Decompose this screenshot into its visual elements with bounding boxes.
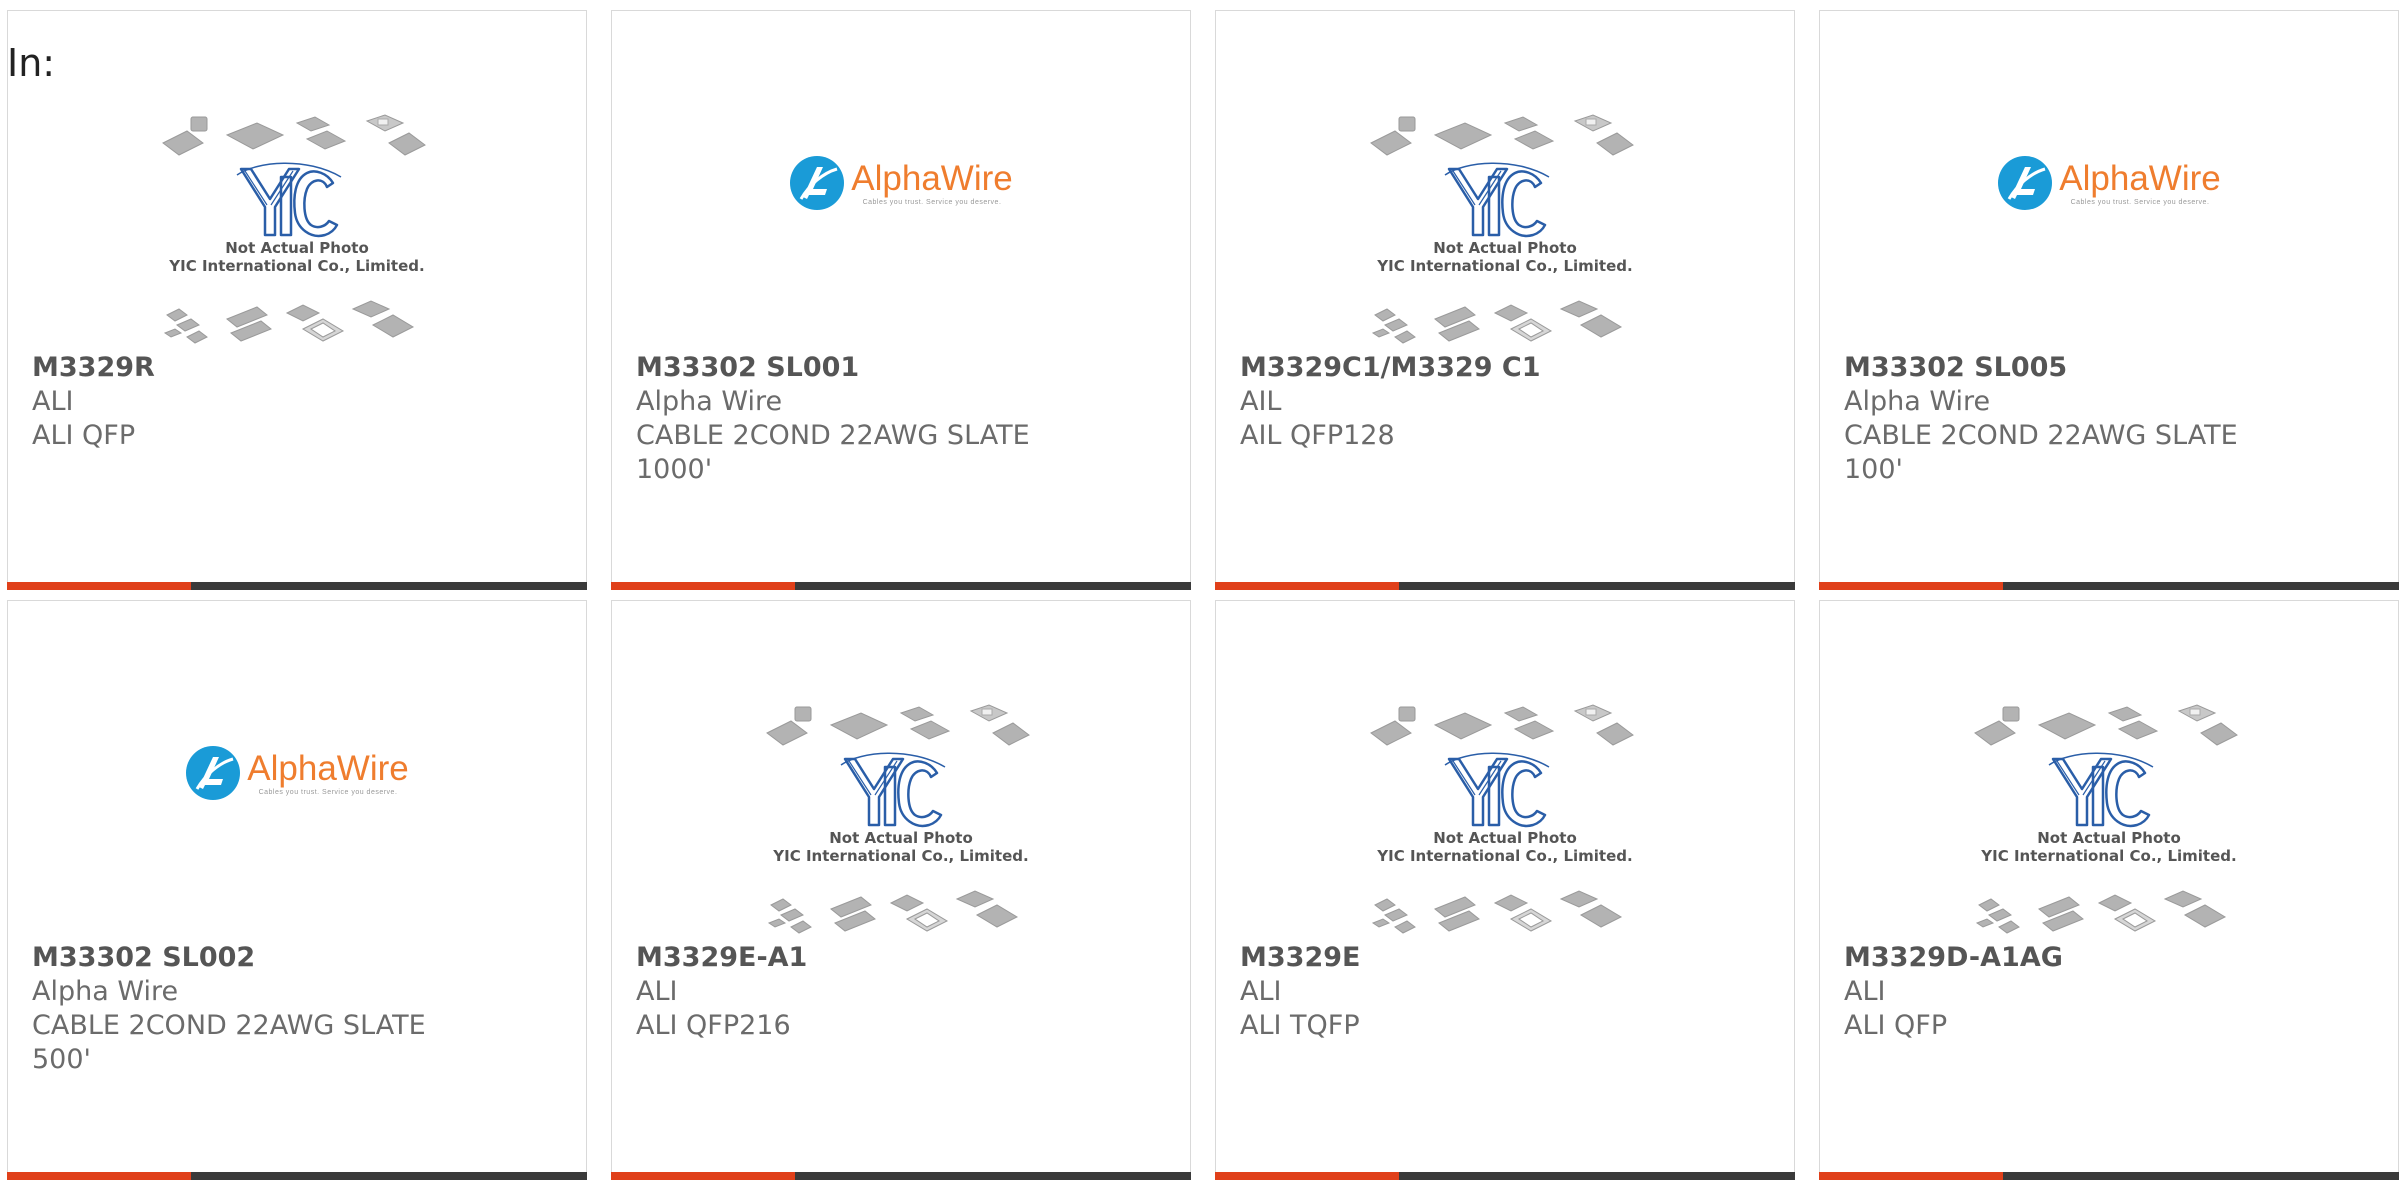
part-number[interactable]: M33302 SL005 — [1844, 351, 2374, 385]
manufacturer-name: Alpha Wire — [636, 386, 783, 417]
manufacturer-name: Alpha Wire — [32, 976, 179, 1007]
card-footer-accent — [7, 582, 191, 590]
yic-placeholder-image: Not Actual Photo YIC International Co., … — [157, 107, 437, 357]
product-card[interactable]: AlphaWire Cables you trust. Service you … — [611, 10, 1191, 590]
product-photo[interactable]: Not Actual Photo YIC International Co., … — [8, 91, 586, 351]
product-description: CABLE 2COND 22AWG SLATE — [636, 420, 1030, 451]
alphawire-brand-text: AlphaWire — [2059, 158, 2221, 198]
card-footer-bar — [1819, 582, 2399, 590]
yic-caption-line1: Not Actual Photo — [2037, 829, 2181, 847]
product-photo[interactable]: AlphaWire Cables you trust. Service you … — [8, 681, 586, 941]
card-footer-accent — [1215, 1172, 1399, 1180]
product-photo[interactable]: Not Actual Photo YIC International Co., … — [1216, 681, 1794, 941]
alphawire-logo: AlphaWire Cables you trust. Service you … — [1997, 155, 2221, 211]
yic-caption-line2: YIC International Co., Limited. — [1377, 257, 1633, 275]
product-meta: M33302 SL002 Alpha Wire CABLE 2COND 22AWG … — [32, 941, 562, 1077]
product-description: ALI QFP216 — [636, 1010, 791, 1041]
yic-caption-line1: Not Actual Photo — [225, 239, 369, 257]
product-description: ALI TQFP — [1240, 1010, 1360, 1041]
part-number[interactable]: M3329R — [32, 351, 562, 385]
product-meta: M3329E ALI ALI TQFP — [1240, 941, 1770, 1043]
card-footer-bar — [1215, 582, 1795, 590]
yic-caption-line2: YIC International Co., Limited. — [1377, 847, 1633, 865]
product-card[interactable]: Not Actual Photo YIC International Co., … — [7, 10, 587, 590]
product-card[interactable]: AlphaWire Cables you trust. Service you … — [1819, 10, 2399, 590]
card-footer-bar — [7, 582, 587, 590]
card-footer-bar — [1215, 1172, 1795, 1180]
yic-caption-line1: Not Actual Photo — [829, 829, 973, 847]
alphawire-logo-icon — [1998, 156, 2053, 210]
alphawire-logo-icon — [186, 746, 241, 800]
manufacturer-name: Alpha Wire — [1844, 386, 1991, 417]
product-description: ALI QFP — [1844, 1010, 1948, 1041]
product-description-cont: 1000' — [636, 454, 713, 485]
product-meta: M33302 SL001 Alpha Wire CABLE 2COND 22AWG … — [636, 351, 1166, 487]
yic-caption-line2: YIC International Co., Limited. — [169, 257, 425, 275]
product-description-cont: 100' — [1844, 454, 1903, 485]
alphawire-logo: AlphaWire Cables you trust. Service you … — [789, 155, 1013, 211]
part-number[interactable]: M3329E — [1240, 941, 1770, 975]
product-description: CABLE 2COND 22AWG SLATE — [1844, 420, 2238, 451]
product-card[interactable]: AlphaWire Cables you trust. Service you … — [7, 600, 587, 1180]
yic-caption-line1: Not Actual Photo — [1433, 829, 1577, 847]
card-footer-accent — [611, 1172, 795, 1180]
product-photo[interactable]: Not Actual Photo YIC International Co., … — [612, 681, 1190, 941]
alphawire-brand-text: AlphaWire — [247, 748, 409, 788]
card-footer-accent — [1215, 582, 1399, 590]
card-footer-bar — [611, 582, 1191, 590]
product-card[interactable]: Not Actual Photo YIC International Co., … — [1215, 600, 1795, 1180]
yic-placeholder-image: Not Actual Photo YIC International Co., … — [1969, 697, 2249, 947]
card-footer-bar — [7, 1172, 587, 1180]
card-footer-accent — [1819, 582, 2003, 590]
alphawire-tagline: Cables you trust. Service you deserve. — [862, 198, 1002, 206]
manufacturer-name: AIL — [1240, 386, 1282, 417]
yic-placeholder-image: Not Actual Photo YIC International Co., … — [1365, 697, 1645, 947]
yic-caption-line2: YIC International Co., Limited. — [1981, 847, 2237, 865]
yic-placeholder-image: Not Actual Photo YIC International Co., … — [761, 697, 1041, 947]
product-card[interactable]: Not Actual Photo YIC International Co., … — [1819, 600, 2399, 1180]
product-meta: M3329C1/M3329 C1 AIL AIL QFP128 — [1240, 351, 1770, 453]
product-card[interactable]: Not Actual Photo YIC International Co., … — [611, 600, 1191, 1180]
product-photo[interactable]: Not Actual Photo YIC International Co., … — [1216, 91, 1794, 351]
manufacturer-name: ALI — [32, 386, 74, 417]
card-footer-bar — [1819, 1172, 2399, 1180]
yic-placeholder-image: Not Actual Photo YIC International Co., … — [1365, 107, 1645, 357]
filter-label: In: — [7, 41, 56, 85]
manufacturer-name: ALI — [1844, 976, 1886, 1007]
alphawire-tagline: Cables you trust. Service you deserve. — [258, 788, 398, 796]
alphawire-logo: AlphaWire Cables you trust. Service you … — [185, 745, 409, 801]
product-photo[interactable]: AlphaWire Cables you trust. Service you … — [612, 91, 1190, 351]
product-photo[interactable]: AlphaWire Cables you trust. Service you … — [1820, 91, 2398, 351]
product-meta: M3329R ALI ALI QFP — [32, 351, 562, 453]
yic-caption-line1: Not Actual Photo — [1433, 239, 1577, 257]
card-footer-accent — [7, 1172, 191, 1180]
product-meta: M33302 SL005 Alpha Wire CABLE 2COND 22AWG … — [1844, 351, 2374, 487]
product-description: CABLE 2COND 22AWG SLATE — [32, 1010, 426, 1041]
part-number[interactable]: M3329E-A1 — [636, 941, 1166, 975]
product-meta: M3329D-A1AG ALI ALI QFP — [1844, 941, 2374, 1043]
manufacturer-name: ALI — [1240, 976, 1282, 1007]
part-number[interactable]: M33302 SL001 — [636, 351, 1166, 385]
card-footer-accent — [1819, 1172, 2003, 1180]
product-description: ALI QFP — [32, 420, 136, 451]
part-number[interactable]: M33302 SL002 — [32, 941, 562, 975]
card-footer-bar — [611, 1172, 1191, 1180]
yic-caption-line2: YIC International Co., Limited. — [773, 847, 1029, 865]
product-description-cont: 500' — [32, 1044, 91, 1075]
product-meta: M3329E-A1 ALI ALI QFP216 — [636, 941, 1166, 1043]
manufacturer-name: ALI — [636, 976, 678, 1007]
alphawire-logo-icon — [790, 156, 845, 210]
alphawire-tagline: Cables you trust. Service you deserve. — [2070, 198, 2210, 206]
part-number[interactable]: M3329D-A1AG — [1844, 941, 2374, 975]
card-footer-accent — [611, 582, 795, 590]
product-description: AIL QFP128 — [1240, 420, 1395, 451]
product-card[interactable]: Not Actual Photo YIC International Co., … — [1215, 10, 1795, 590]
alphawire-brand-text: AlphaWire — [851, 158, 1013, 198]
part-number[interactable]: M3329C1/M3329 C1 — [1240, 351, 1770, 385]
product-photo[interactable]: Not Actual Photo YIC International Co., … — [1820, 681, 2398, 941]
product-grid: Not Actual Photo YIC International Co., … — [7, 10, 2400, 1180]
